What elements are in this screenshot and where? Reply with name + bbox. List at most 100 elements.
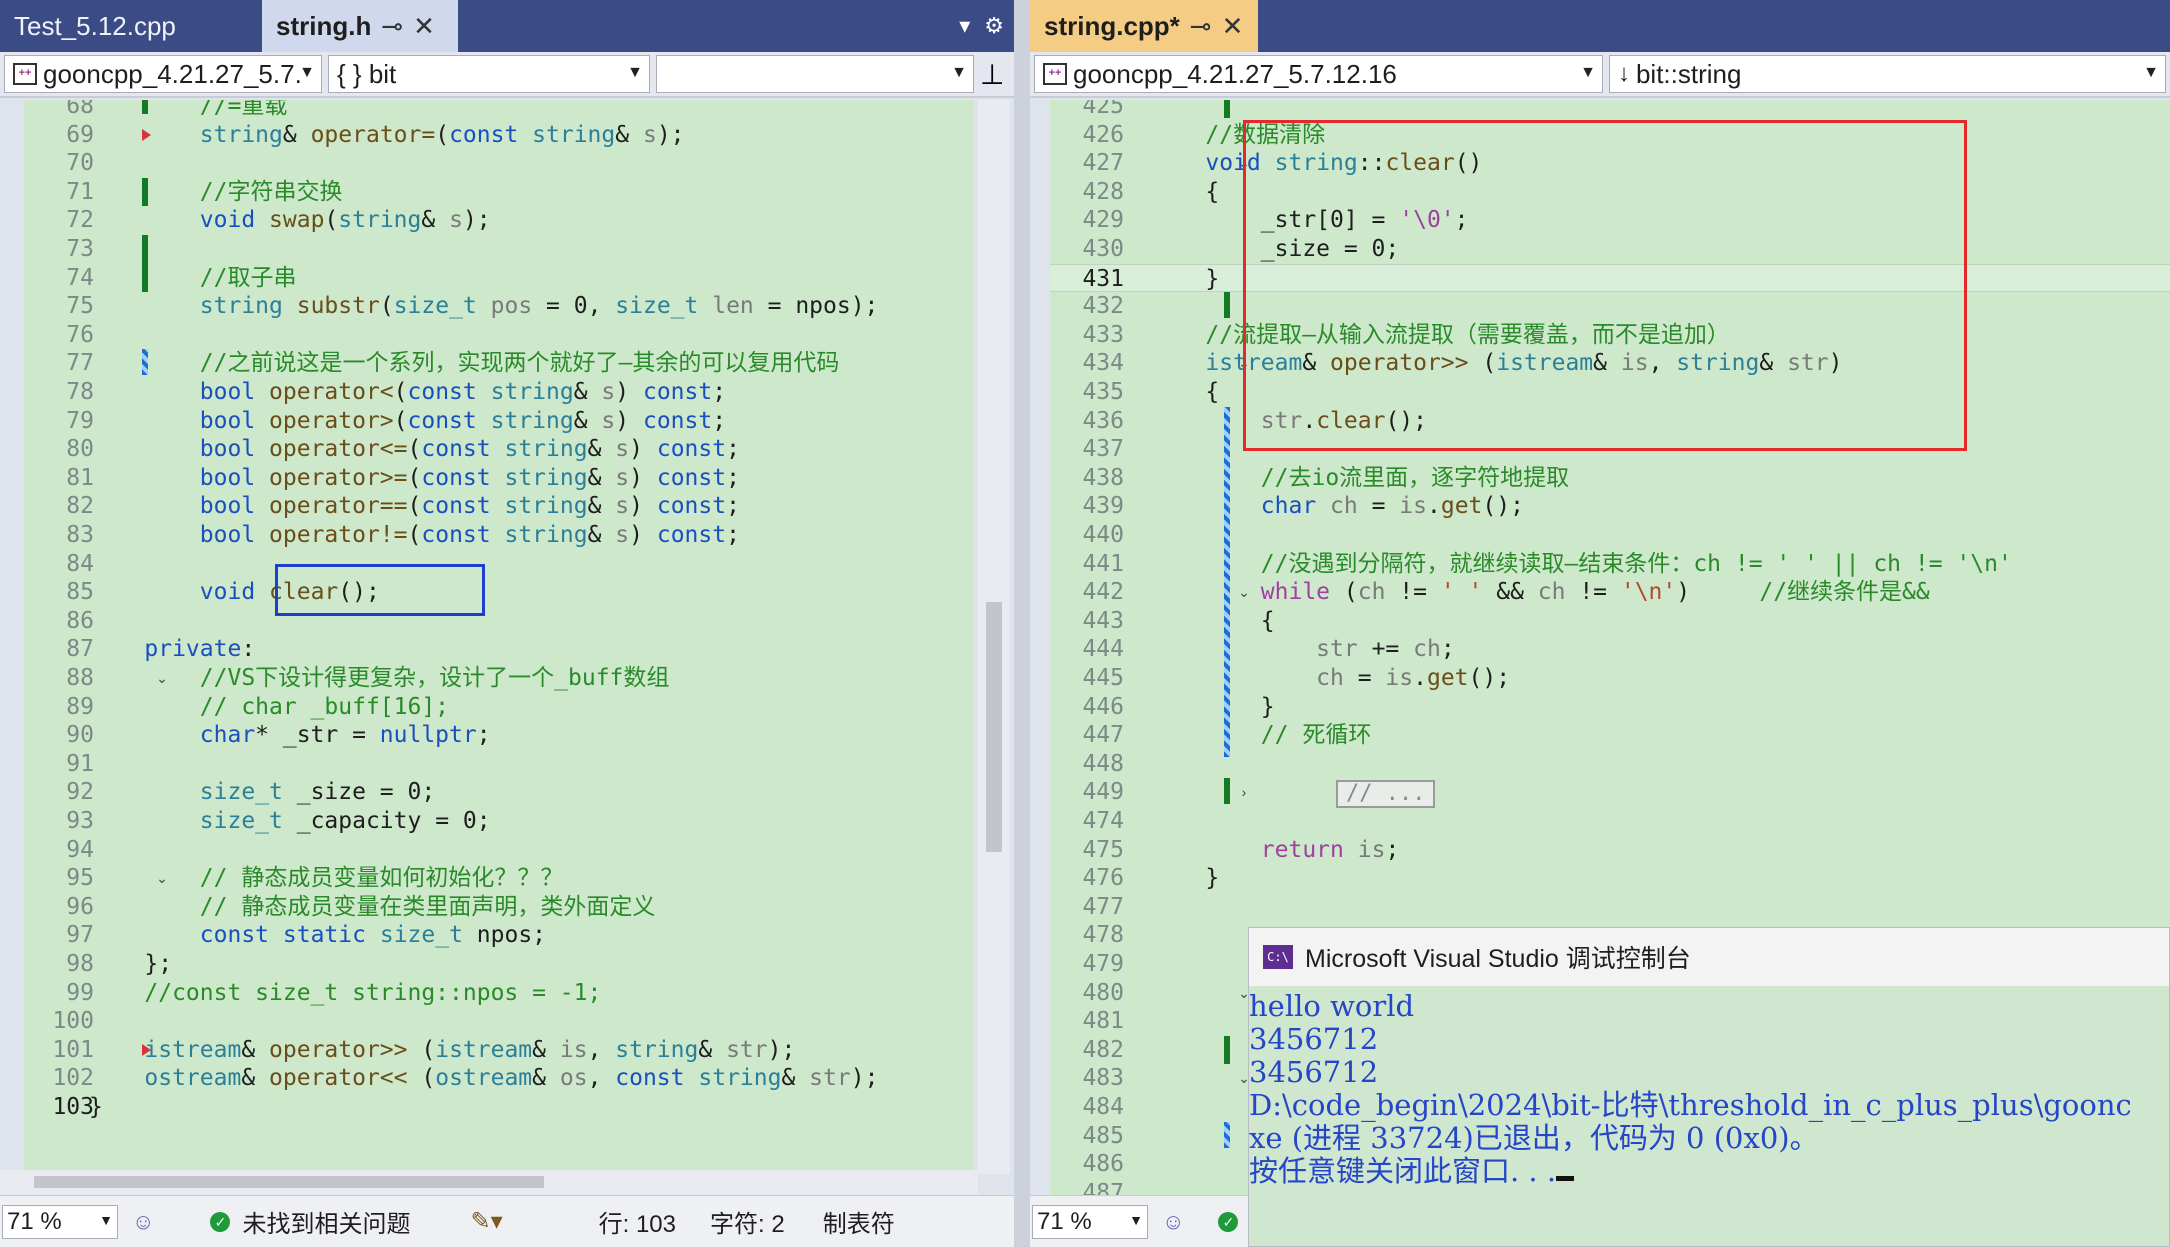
left-vertical-scrollbar[interactable] (978, 100, 1010, 1174)
code-line[interactable]: 440 (1050, 521, 2170, 550)
line-number: 79 (66, 407, 94, 434)
code-line[interactable]: 79 bool operator>(const string& s) const… (24, 407, 974, 436)
tab-bar-tools: ▾ ⚙ (959, 0, 1014, 52)
split-icon[interactable]: ⊥ (980, 58, 1004, 91)
code-line[interactable]: 94 (24, 836, 974, 865)
project-dropdown[interactable]: ++ gooncpp_4.21.27_5.7. ▼ (4, 55, 322, 93)
console-title-bar[interactable]: C:\ Microsoft Visual Studio 调试控制台 (1249, 928, 2169, 986)
member-dropdown[interactable]: ▼ (656, 55, 974, 93)
code-line[interactable]: 84 (24, 550, 974, 579)
row-indicator[interactable]: 行: 103 (599, 1204, 676, 1239)
copilot-icon[interactable]: ☺ (132, 1209, 154, 1235)
close-icon[interactable]: ✕ (413, 11, 435, 42)
line-code: } (89, 1094, 103, 1120)
debug-console-window[interactable]: C:\ Microsoft Visual Studio 调试控制台 hello … (1248, 927, 2170, 1247)
line-code: //VS下设计得更复杂，设计了一个_buff数组 (89, 665, 670, 691)
code-line[interactable]: 448 (1050, 750, 2170, 779)
line-number: 99 (66, 979, 94, 1006)
left-code-editor[interactable]: 68 //=重载 69 string& operator=(const strin… (24, 100, 974, 1174)
gear-icon[interactable]: ⚙ (984, 13, 1004, 39)
code-line[interactable]: 90 char* _str = nullptr; (24, 721, 974, 750)
code-line[interactable]: 83 bool operator!=(const string& s) cons… (24, 521, 974, 550)
code-line[interactable]: 438 //去io流里面，逐字符地提取 (1050, 464, 2170, 493)
code-line[interactable]: 441 //没遇到分隔符，就继续读取—结束条件：ch != ' ' || ch … (1050, 550, 2170, 579)
code-line[interactable]: 77 //之前说这是一个系列，实现两个就好了—其余的可以复用代码 (24, 349, 974, 378)
code-line[interactable]: 81 bool operator>=(const string& s) cons… (24, 464, 974, 493)
code-line[interactable]: 97 const static size_t npos; (24, 921, 974, 950)
copilot-icon[interactable]: ☺ (1162, 1209, 1184, 1235)
code-line[interactable]: 87 private: (24, 635, 974, 664)
code-line[interactable]: 446 } (1050, 693, 2170, 722)
code-line[interactable]: 72 void swap(string& s); (24, 206, 974, 235)
code-line[interactable]: 99 //const size_t string::npos = -1; (24, 979, 974, 1008)
cleanup-brush-icon[interactable]: ✎▾ (470, 1207, 502, 1236)
pin-icon[interactable]: ⊸ (381, 11, 403, 42)
code-line[interactable]: 93 size_t _capacity = 0; (24, 807, 974, 836)
zoom-dropdown[interactable]: 71 % ▼ (2, 1204, 118, 1239)
code-line[interactable]: 101 istream& operator>> (istream& is, st… (24, 1036, 974, 1065)
line-number: 481 (1082, 1008, 1124, 1035)
fold-toggle-icon[interactable]: ⌄ (154, 870, 170, 886)
code-line[interactable]: 444 str += ch; (1050, 635, 2170, 664)
line-number: 93 (66, 808, 94, 834)
code-line[interactable]: 425 (1050, 100, 2170, 121)
code-line[interactable]: 96 // 静态成员变量在类里面声明，类外面定义 (24, 893, 974, 922)
code-line[interactable]: 69 string& operator=(const string& s); (24, 121, 974, 150)
fold-toggle-icon[interactable]: ⌄ (1236, 584, 1252, 600)
code-line[interactable]: 71 //字符串交换 (24, 178, 974, 207)
code-line[interactable]: 89 // char _buff[16]; (24, 693, 974, 722)
code-line[interactable]: 102 ostream& operator<< (ostream& os, co… (24, 1064, 974, 1093)
scope-dropdown[interactable]: { } bit ▼ (328, 55, 650, 93)
close-icon[interactable]: ✕ (1222, 11, 1244, 42)
code-line[interactable]: 82 bool operator==(const string& s) cons… (24, 492, 974, 521)
code-line[interactable]: 73 (24, 235, 974, 264)
tab-string-cpp[interactable]: string.cpp* ⊸ ✕ (1030, 0, 1258, 52)
scope-dropdown[interactable]: ↓ bit::string ▼ (1608, 55, 2166, 93)
issues-text[interactable]: 未找到相关问题 (242, 1204, 410, 1239)
code-line[interactable]: 74 //取子串 (24, 264, 974, 293)
tabs-indicator[interactable]: 制表符 (823, 1204, 895, 1239)
code-line[interactable]: 103} (24, 1093, 974, 1122)
chevron-down-icon[interactable]: ▾ (959, 13, 970, 39)
tab-string-h[interactable]: string.h ⊸ ✕ (262, 0, 458, 52)
code-line[interactable]: 477 (1050, 893, 2170, 922)
code-line[interactable]: 476 } (1050, 864, 2170, 893)
code-line[interactable]: 100 (24, 1007, 974, 1036)
code-line[interactable]: 76 (24, 321, 974, 350)
col-indicator[interactable]: 字符: 2 (710, 1204, 785, 1239)
code-line[interactable]: 78 bool operator<(const string& s) const… (24, 378, 974, 407)
line-number: 429 (1082, 207, 1124, 234)
code-line[interactable]: 86 (24, 607, 974, 636)
scroll-thumb[interactable] (986, 602, 1002, 852)
chevron-down-icon: ▼ (99, 1211, 113, 1228)
pane-splitter[interactable] (1014, 0, 1030, 1247)
pin-icon[interactable]: ⊸ (1190, 11, 1212, 42)
code-line[interactable]: 449 (1050, 778, 2170, 807)
code-line[interactable]: 68 //=重载 (24, 100, 974, 121)
code-line[interactable]: 439 char ch = is.get(); (1050, 492, 2170, 521)
code-line[interactable]: 85 void clear(); (24, 578, 974, 607)
fold-toggle-icon[interactable]: › (1236, 784, 1252, 800)
console-output[interactable]: hello world 3456712 3456712 D:\code_begi… (1249, 986, 2169, 1246)
code-line[interactable]: 70 (24, 149, 974, 178)
project-dropdown[interactable]: ++ gooncpp_4.21.27_5.7.12.16 ▼ (1034, 55, 1603, 93)
fold-toggle-icon[interactable]: ⌄ (154, 670, 170, 686)
code-line[interactable]: 442 while (ch != ' ' && ch != '\n') //继续… (1050, 578, 2170, 607)
code-line[interactable]: 443 { (1050, 607, 2170, 636)
code-line[interactable]: 475 return is; (1050, 836, 2170, 865)
scroll-thumb[interactable] (34, 1176, 544, 1188)
left-horizontal-scrollbar[interactable] (0, 1170, 978, 1194)
collapsed-region[interactable]: // ... (1336, 780, 1436, 809)
code-line[interactable]: 80 bool operator<=(const string& s) cons… (24, 435, 974, 464)
code-line[interactable]: 75 string substr(size_t pos = 0, size_t … (24, 292, 974, 321)
code-line[interactable]: 447 // 死循环 (1050, 721, 2170, 750)
code-line[interactable]: 474 (1050, 807, 2170, 836)
code-line[interactable]: 98 }; (24, 950, 974, 979)
tab-test-cpp[interactable]: Test_5.12.cpp (0, 0, 262, 52)
zoom-dropdown[interactable]: 71 % ▼ (1032, 1204, 1148, 1239)
line-number: 428 (1082, 178, 1124, 205)
code-line[interactable]: 92 size_t _size = 0; (24, 778, 974, 807)
code-line[interactable]: 445 ch = is.get(); (1050, 664, 2170, 693)
line-number: 448 (1082, 750, 1124, 777)
code-line[interactable]: 91 (24, 750, 974, 779)
